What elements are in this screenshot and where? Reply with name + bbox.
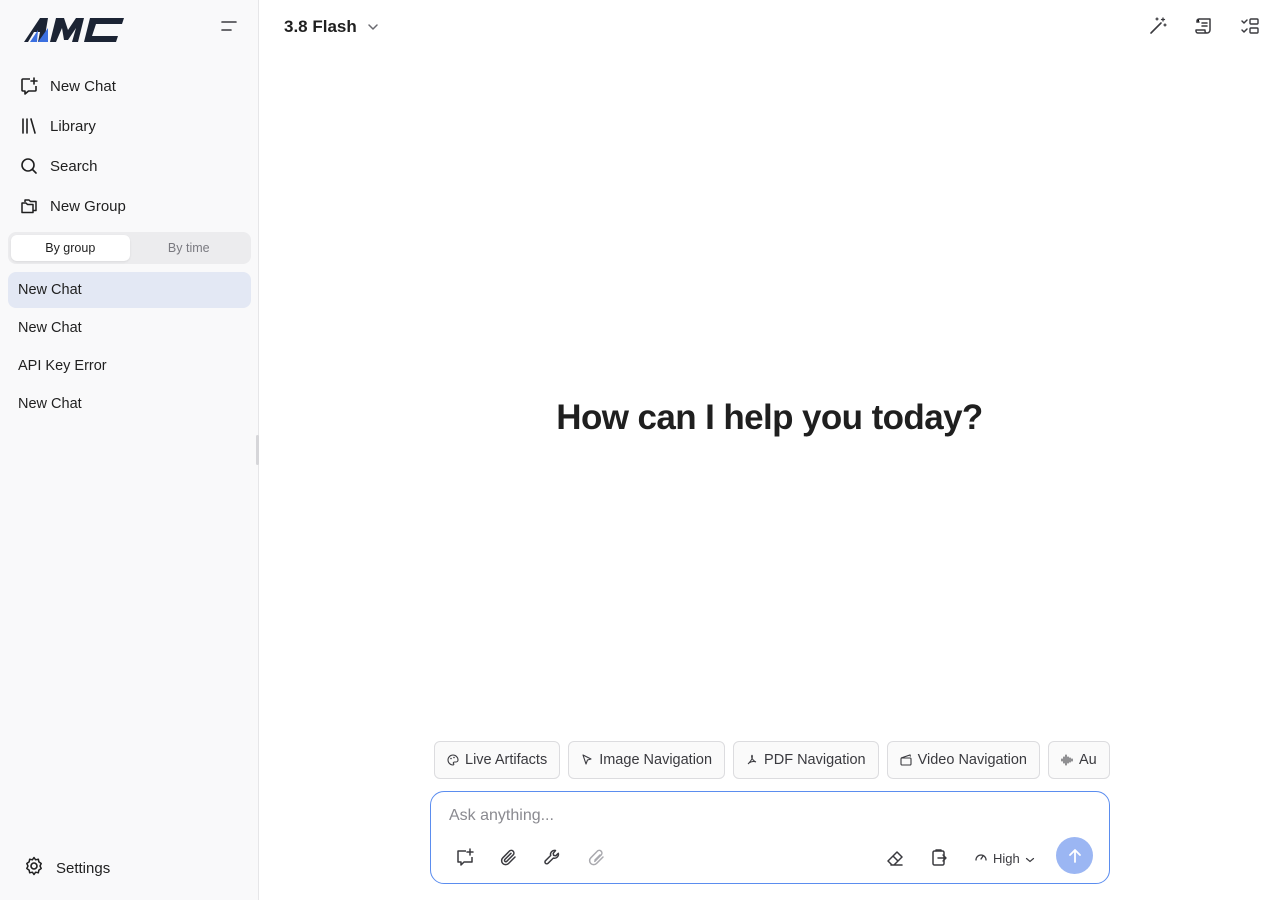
- chat-list-item[interactable]: New Chat: [8, 272, 251, 308]
- library-button[interactable]: Library: [8, 108, 251, 144]
- settings-label: Settings: [56, 859, 111, 877]
- library-icon: [20, 117, 38, 135]
- chip-pdf-navigation[interactable]: PDF Navigation: [733, 741, 879, 779]
- paperclip-icon: [500, 849, 516, 866]
- segment-by-group[interactable]: By group: [11, 235, 130, 261]
- clipboard-export-icon: [932, 849, 947, 866]
- settings-button[interactable]: Settings: [24, 856, 110, 880]
- nav-label: New Chat: [50, 77, 116, 95]
- palette-icon: [447, 754, 459, 766]
- new-group-button[interactable]: New Group: [8, 188, 251, 224]
- chat-list-item[interactable]: API Key Error: [8, 348, 251, 384]
- audio-wave-icon: [1061, 754, 1073, 766]
- chat-grouping-toggle: By group By time: [8, 232, 251, 264]
- amc-logo[interactable]: [24, 16, 128, 44]
- clear-button[interactable]: [883, 846, 907, 870]
- gauge-icon: [974, 850, 988, 867]
- chip-video-navigation[interactable]: Video Navigation: [886, 741, 1040, 779]
- scroll-icon: [1195, 18, 1211, 34]
- sidebar-resize-handle[interactable]: [256, 435, 259, 465]
- cursor-icon: [581, 754, 593, 766]
- tools-button[interactable]: [541, 846, 565, 870]
- chip-label: Video Navigation: [917, 752, 1027, 768]
- segment-by-time[interactable]: By time: [130, 235, 249, 261]
- nav-label: Library: [50, 117, 96, 135]
- chip-image-navigation[interactable]: Image Navigation: [568, 741, 726, 779]
- chip-label: Live Artifacts: [465, 752, 548, 768]
- feature-chips: Live Artifacts Image Navigation PDF Navi…: [434, 741, 1110, 779]
- chip-live-artifacts[interactable]: Live Artifacts: [434, 741, 561, 779]
- clipboard-button[interactable]: [927, 846, 951, 870]
- chat-plus-icon: [457, 848, 474, 866]
- greeting-heading: How can I help you today?: [556, 398, 983, 437]
- reasoning-effort-selector[interactable]: High: [974, 847, 1035, 869]
- wrench-icon: [544, 849, 560, 865]
- checklist-button[interactable]: [1238, 14, 1262, 38]
- search-button[interactable]: Search: [8, 148, 251, 184]
- collapse-sidebar-button[interactable]: [218, 16, 240, 36]
- multi-attach-button[interactable]: [585, 846, 609, 870]
- search-icon: [20, 157, 38, 175]
- new-chat-button[interactable]: New Chat: [8, 68, 251, 104]
- nav-label: New Group: [50, 197, 126, 215]
- eraser-icon: [887, 851, 903, 866]
- chat-list-item[interactable]: New Chat: [8, 310, 251, 346]
- chip-label: PDF Navigation: [764, 752, 866, 768]
- attach-button[interactable]: [497, 846, 521, 870]
- scroll-notes-button[interactable]: [1192, 14, 1216, 38]
- message-input[interactable]: [449, 804, 1089, 828]
- model-selector[interactable]: 3.8 Flash: [284, 14, 379, 40]
- effort-label: High: [993, 850, 1020, 866]
- model-name: 3.8 Flash: [284, 17, 357, 36]
- magic-wand-button[interactable]: [1146, 14, 1170, 38]
- folder-plus-icon: [20, 197, 38, 215]
- nav-label: Search: [50, 157, 98, 175]
- checklist-icon: [1241, 18, 1259, 34]
- new-chat-icon: [20, 77, 38, 95]
- double-paperclip-icon: [588, 849, 604, 866]
- send-button[interactable]: [1056, 837, 1093, 874]
- gear-icon: [24, 856, 44, 881]
- magic-wand-icon: [1150, 17, 1167, 34]
- chat-list-item[interactable]: New Chat: [8, 386, 251, 422]
- message-composer: High: [430, 791, 1110, 884]
- chip-audio[interactable]: Au: [1047, 741, 1110, 779]
- new-topic-button[interactable]: [453, 846, 477, 870]
- pdf-icon: [746, 754, 758, 766]
- menu-collapse-icon: [221, 21, 237, 31]
- chevron-down-icon: [367, 23, 379, 31]
- clapperboard-icon: [900, 754, 912, 766]
- sidebar: New Chat Library Search New Group By gro…: [0, 0, 259, 900]
- chip-label: Au: [1078, 752, 1097, 768]
- arrow-up-icon: [1068, 848, 1081, 863]
- chevron-down-icon: [1025, 851, 1035, 866]
- chip-label: Image Navigation: [599, 752, 713, 768]
